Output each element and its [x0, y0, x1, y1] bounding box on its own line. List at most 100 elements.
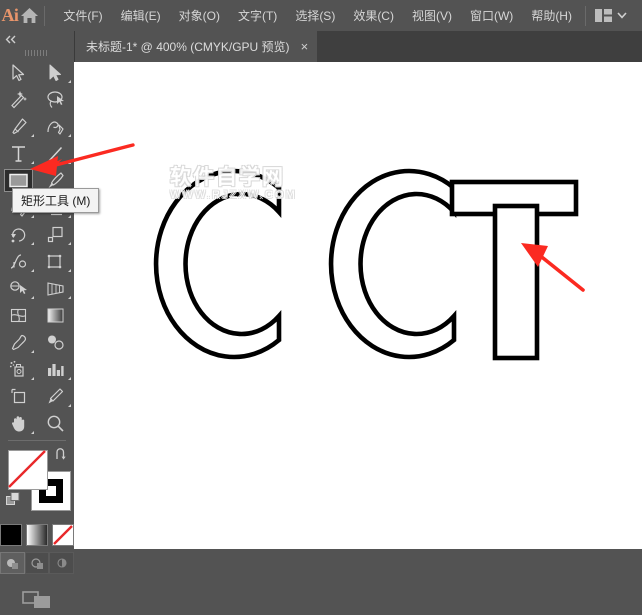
- document-tab[interactable]: 未标题-1* @ 400% (CMYK/GPU 预览) ×: [74, 31, 318, 62]
- double-chevron-left-icon: [5, 35, 16, 43]
- flyout-corner-icon: [31, 215, 34, 218]
- draw-inside-button[interactable]: [49, 552, 75, 574]
- hand-icon: [11, 416, 25, 432]
- white-arrow-cursor-icon: [49, 64, 61, 81]
- blend-icon: [47, 335, 64, 350]
- flyout-corner-icon: [31, 161, 34, 164]
- pen-tool[interactable]: [0, 113, 37, 140]
- app-logo-text: Ai: [1, 5, 19, 25]
- lasso-tool[interactable]: [37, 86, 74, 113]
- menu-divider: [43, 5, 45, 26]
- flyout-corner-icon: [31, 134, 34, 137]
- menu-bar: Ai 文件(F) 编辑(E) 对象(O) 文字(T) 选择(S) 效果(C) 视…: [0, 0, 642, 31]
- perspective-grid-icon: [47, 282, 64, 296]
- flyout-corner-icon: [68, 161, 71, 164]
- menu-view[interactable]: 视图(V): [403, 3, 461, 28]
- fill-stroke-area: [0, 444, 74, 520]
- column-graph-tool[interactable]: [37, 356, 74, 383]
- line-diagonal-icon: [48, 146, 63, 161]
- zoom-tool[interactable]: [37, 410, 74, 437]
- color-mode-row: [0, 524, 74, 546]
- magic-wand-icon: [11, 91, 27, 109]
- illustrator-window: Ai 文件(F) 编辑(E) 对象(O) 文字(T) 选择(S) 效果(C) 视…: [0, 0, 642, 608]
- menu-effect[interactable]: 效果(C): [344, 3, 403, 28]
- artboard-tool[interactable]: [0, 383, 37, 410]
- free-transform-icon: [47, 254, 62, 269]
- width-tool[interactable]: [0, 248, 37, 275]
- screen-mode-button[interactable]: [22, 588, 52, 615]
- eyedropper-tool[interactable]: [0, 329, 37, 356]
- line-segment-tool[interactable]: [37, 140, 74, 167]
- default-fill-stroke-button[interactable]: [6, 492, 20, 511]
- menu-window[interactable]: 窗口(W): [461, 3, 522, 28]
- direct-selection-tool[interactable]: [37, 59, 74, 86]
- workspace-layout-icon: [595, 9, 612, 22]
- type-tool[interactable]: [0, 140, 37, 167]
- tool-panel-divider: [8, 440, 66, 441]
- workspace-switcher[interactable]: [590, 6, 632, 25]
- chevron-down-icon: [617, 12, 627, 19]
- home-button[interactable]: [20, 0, 40, 31]
- panel-grip[interactable]: [0, 47, 74, 59]
- text-t-icon: [12, 145, 25, 162]
- mesh-icon: [10, 308, 27, 323]
- none-button[interactable]: [52, 524, 74, 546]
- document-tab-bar: 未标题-1* @ 400% (CMYK/GPU 预览) ×: [0, 31, 642, 63]
- menu-help[interactable]: 帮助(H): [522, 3, 581, 28]
- app-logo: Ai: [0, 0, 20, 31]
- rotate-tool[interactable]: [0, 221, 37, 248]
- flyout-corner-icon: [68, 377, 71, 380]
- artboard-icon: [11, 388, 26, 404]
- selection-tool[interactable]: [0, 59, 37, 86]
- gradient-tool[interactable]: [37, 302, 74, 329]
- fill-swatch[interactable]: [8, 450, 48, 490]
- artboard-canvas[interactable]: 软件自学网 WWW.RJZXW.COM: [74, 62, 642, 549]
- draw-normal-button[interactable]: [0, 552, 25, 574]
- menu-divider-right: [585, 5, 586, 26]
- letter-c-outline-2: [328, 168, 457, 360]
- slice-tool[interactable]: [37, 383, 74, 410]
- perspective-grid-tool[interactable]: [37, 275, 74, 302]
- blend-tool[interactable]: [37, 329, 74, 356]
- color-button[interactable]: [0, 524, 22, 546]
- arrow-cursor-icon: [12, 63, 25, 81]
- gradient-button[interactable]: [26, 524, 48, 546]
- flyout-corner-icon: [68, 269, 71, 272]
- letter-c-outline-1: [153, 168, 282, 360]
- bar-chart-icon: [48, 364, 64, 376]
- tool-grid: [0, 59, 74, 437]
- close-icon[interactable]: ×: [301, 40, 309, 53]
- lasso-icon: [47, 91, 64, 108]
- menu-type[interactable]: 文字(T): [229, 3, 286, 28]
- curvature-tool[interactable]: [37, 113, 74, 140]
- document-tab-title: 未标题-1* @ 400% (CMYK/GPU 预览): [86, 40, 290, 54]
- shape-builder-tool[interactable]: [0, 275, 37, 302]
- default-fill-stroke-icon: [6, 492, 20, 505]
- artwork-layer: [153, 168, 579, 361]
- free-transform-tool[interactable]: [37, 248, 74, 275]
- magnifier-icon: [47, 415, 64, 432]
- flyout-corner-icon: [68, 404, 71, 407]
- hand-tool[interactable]: [0, 410, 37, 437]
- draw-behind-button[interactable]: [24, 552, 50, 574]
- flyout-corner-icon: [31, 377, 34, 380]
- menu-object[interactable]: 对象(O): [170, 3, 229, 28]
- gradient-icon: [47, 308, 64, 323]
- screen-mode-icon: [22, 591, 50, 608]
- width-icon: [10, 254, 27, 269]
- draw-normal-icon: [7, 559, 19, 569]
- t-stem-rectangle: [492, 203, 540, 361]
- menu-edit[interactable]: 编辑(E): [112, 3, 170, 28]
- flyout-corner-icon: [68, 296, 71, 299]
- pen-nib-icon: [12, 118, 27, 135]
- menu-file[interactable]: 文件(F): [54, 3, 111, 28]
- menu-select[interactable]: 选择(S): [286, 3, 344, 28]
- symbol-sprayer-tool[interactable]: [0, 356, 37, 383]
- scale-tool[interactable]: [37, 221, 74, 248]
- panel-collapse-button[interactable]: [0, 31, 74, 47]
- magic-wand-tool[interactable]: [0, 86, 37, 113]
- swap-fill-stroke-button[interactable]: [54, 447, 69, 467]
- rotate-icon: [11, 228, 26, 243]
- menu-bar-right: [581, 5, 642, 26]
- mesh-tool[interactable]: [0, 302, 37, 329]
